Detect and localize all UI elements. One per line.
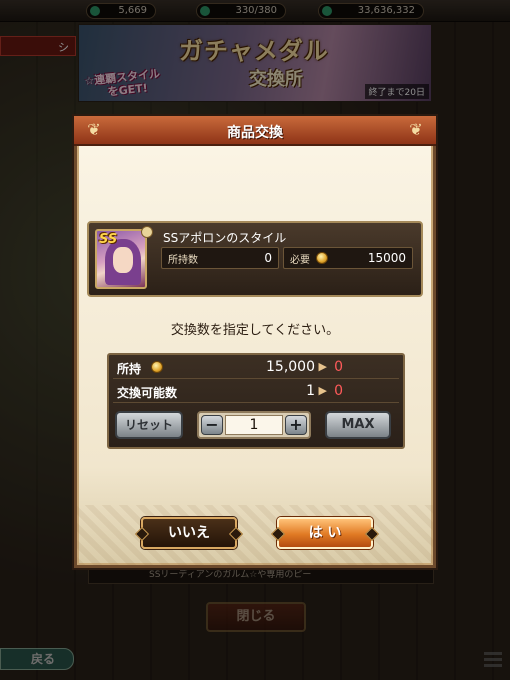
required-cost-value: 15000: [367, 251, 406, 265]
exchangeable-row: 交換可能数 1 ▶ 0: [113, 381, 399, 403]
owned-medals-row: 所持 15,000 ▶ 0: [113, 357, 399, 379]
owned-medals-current: 15,000: [266, 359, 315, 375]
instruction-text: 交換数を指定してください。: [170, 323, 340, 338]
arrow-right-icon: ▶: [318, 384, 327, 397]
exchangeable-label: 交換可能数: [117, 386, 178, 400]
gacha-medal-icon: [316, 252, 328, 264]
no-button[interactable]: いいえ: [141, 517, 237, 549]
ornament-icon: ❦: [409, 120, 423, 139]
owned-count-box: 所持数 0: [161, 247, 279, 269]
medal-badge-icon: [141, 226, 153, 238]
owned-count-label: 所持数: [168, 255, 198, 266]
item-card: SS SSアポロンのスタイル 所持数 0 必要 15000: [87, 221, 423, 297]
dialog-title: 商品交換: [227, 125, 283, 141]
exchange-panel: 所持 15,000 ▶ 0 交換可能数 1 ▶ 0 リセット − 1 + MAX: [107, 353, 405, 449]
rank-badge: SS: [99, 232, 118, 247]
item-name: SSアポロンのスタイル: [163, 231, 287, 245]
quantity-value[interactable]: 1: [225, 415, 283, 435]
arrow-right-icon: ▶: [318, 360, 327, 373]
owned-count-value: 0: [264, 251, 272, 265]
required-cost-label: 必要: [290, 255, 310, 266]
required-cost-box: 必要 15000: [283, 247, 413, 269]
dialog-header: ❦ 商品交換 ❦: [74, 116, 436, 146]
increment-button[interactable]: +: [285, 415, 307, 435]
gacha-medal-icon: [151, 361, 163, 373]
owned-medals-label: 所持: [117, 362, 142, 376]
exchange-dialog: ❦ 商品交換 ❦ SS SSアポロンのスタイル 所持数 0 必要 15000 交…: [74, 116, 436, 568]
reset-button[interactable]: リセット: [115, 411, 183, 439]
quantity-stepper: − 1 +: [197, 411, 311, 439]
owned-medals-after: 0: [334, 359, 343, 375]
yes-button[interactable]: は い: [277, 517, 373, 549]
exchangeable-current: 1: [306, 383, 315, 399]
decrement-button[interactable]: −: [201, 415, 223, 435]
max-button[interactable]: MAX: [325, 411, 391, 439]
item-thumbnail: SS: [95, 229, 147, 289]
character-face: [113, 247, 133, 273]
exchangeable-after: 0: [334, 383, 343, 399]
